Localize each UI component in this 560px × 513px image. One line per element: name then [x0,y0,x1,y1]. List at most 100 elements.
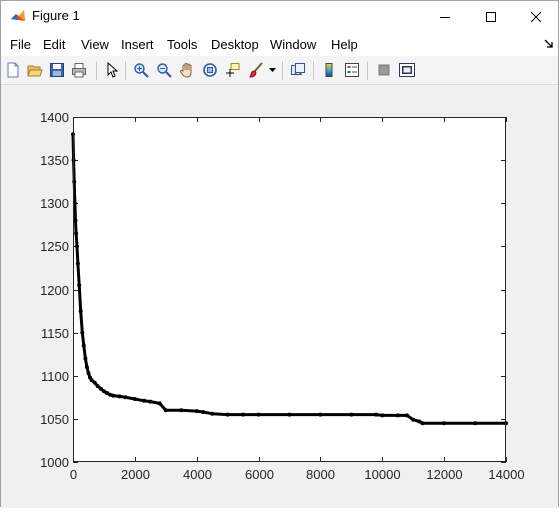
y-tick-label: 1400 [40,110,69,125]
data-point [95,384,100,389]
new-figure-button[interactable] [3,60,23,80]
data-point [210,411,215,416]
menu-bar: File Edit View Insert Tools Desktop Wind… [1,32,558,56]
data-point [75,244,79,249]
data-point [92,380,97,385]
data-point [81,343,86,348]
axes-background [73,117,506,462]
x-tick-label: 10000 [364,467,400,482]
y-tick-label: 1200 [40,283,69,298]
data-point [318,412,323,417]
data-point [89,378,94,383]
pan-icon [180,63,192,78]
new-figure-icon [7,62,19,78]
y-tick-label: 1000 [40,455,69,470]
data-cursor-icon [226,63,240,77]
data-point [405,413,409,418]
x-tick-label: 8000 [306,467,335,482]
colorbar-icon [325,63,333,77]
close-icon [530,11,542,22]
show-plot-tools-icon [399,63,415,77]
zoom-in-icon [134,63,149,78]
data-point [194,409,199,414]
open-file-icon [27,65,43,77]
maximize-icon [486,11,496,22]
save-button[interactable] [47,60,67,80]
data-cursor-button[interactable] [223,60,243,80]
data-point [148,399,153,404]
title-bar[interactable]: Figure 1 [1,1,558,32]
data-point [84,365,89,370]
brush-button[interactable] [246,60,266,80]
data-point [395,413,400,418]
x-tick-label: 6000 [245,467,274,482]
data-point [374,412,379,417]
y-tick-label: 1250 [40,239,69,254]
link-plot-button[interactable] [288,60,308,80]
minimize-icon [440,16,450,18]
x-tick-label: 0 [70,467,77,482]
dock-arrow-icon[interactable] [544,39,554,49]
data-point [200,410,205,414]
data-point [411,417,416,422]
data-point [111,393,116,398]
rotate-3d-button[interactable] [200,60,220,80]
toolbar-separator [282,61,283,80]
data-point [86,371,91,376]
hide-plot-tools-icon [378,64,390,76]
hide-plot-tools-button[interactable] [374,60,394,80]
minimize-button[interactable] [422,1,468,32]
toolbar-separator [96,61,97,80]
zoom-out-button[interactable] [154,60,174,80]
legend-icon [345,63,359,77]
data-point [77,283,82,288]
data-point [256,412,261,417]
menu-help[interactable]: Help [331,37,358,52]
legend-button[interactable] [342,60,362,80]
data-point [157,401,162,406]
menu-tools[interactable]: Tools [167,37,197,52]
zoom-in-button[interactable] [131,60,151,80]
data-point [142,398,147,403]
zoom-out-icon [157,63,172,78]
pan-button[interactable] [177,60,197,80]
link-plot-icon [291,63,305,76]
x-tick-label: 4000 [183,467,212,482]
data-point [349,412,354,417]
edit-plot-button[interactable] [102,60,122,80]
figure-canvas: 0 2000 4000 6000 8000 10000 12000 14000 1000 1050… [1,85,558,508]
close-button[interactable] [513,1,559,32]
menu-insert[interactable]: Insert [121,37,154,52]
menu-edit[interactable]: Edit [43,37,65,52]
print-icon [72,63,86,78]
maximize-button[interactable] [468,1,514,32]
data-point [117,394,122,399]
matlab-icon [11,10,25,21]
figure-toolbar [1,56,558,85]
data-point [442,421,447,426]
data-point [73,218,78,223]
x-tick-label: 2000 [121,467,150,482]
menu-view[interactable]: View [81,37,109,52]
toolbar-separator [125,61,126,80]
show-plot-tools-button[interactable] [397,60,417,80]
data-point [98,386,103,391]
menu-desktop[interactable]: Desktop [211,37,259,52]
y-tick-label: 1300 [40,196,69,211]
data-point [80,330,85,335]
print-button[interactable] [69,60,89,80]
chevron-down-icon[interactable] [269,68,276,73]
data-point [78,309,83,314]
data-point [420,421,425,426]
y-tick-label: 1150 [41,326,69,341]
brush-icon [249,62,263,78]
plot-axes[interactable]: 0 2000 4000 6000 8000 10000 12000 14000 1000 1050… [1,85,558,508]
y-tick-label: 1100 [41,369,69,384]
save-icon [50,63,64,77]
menu-file[interactable]: File [10,37,31,52]
colorbar-button[interactable] [319,60,339,80]
menu-window[interactable]: Window [270,37,316,52]
open-file-button[interactable] [25,60,45,80]
data-point [473,421,478,426]
y-tick-label: 1050 [40,412,69,427]
